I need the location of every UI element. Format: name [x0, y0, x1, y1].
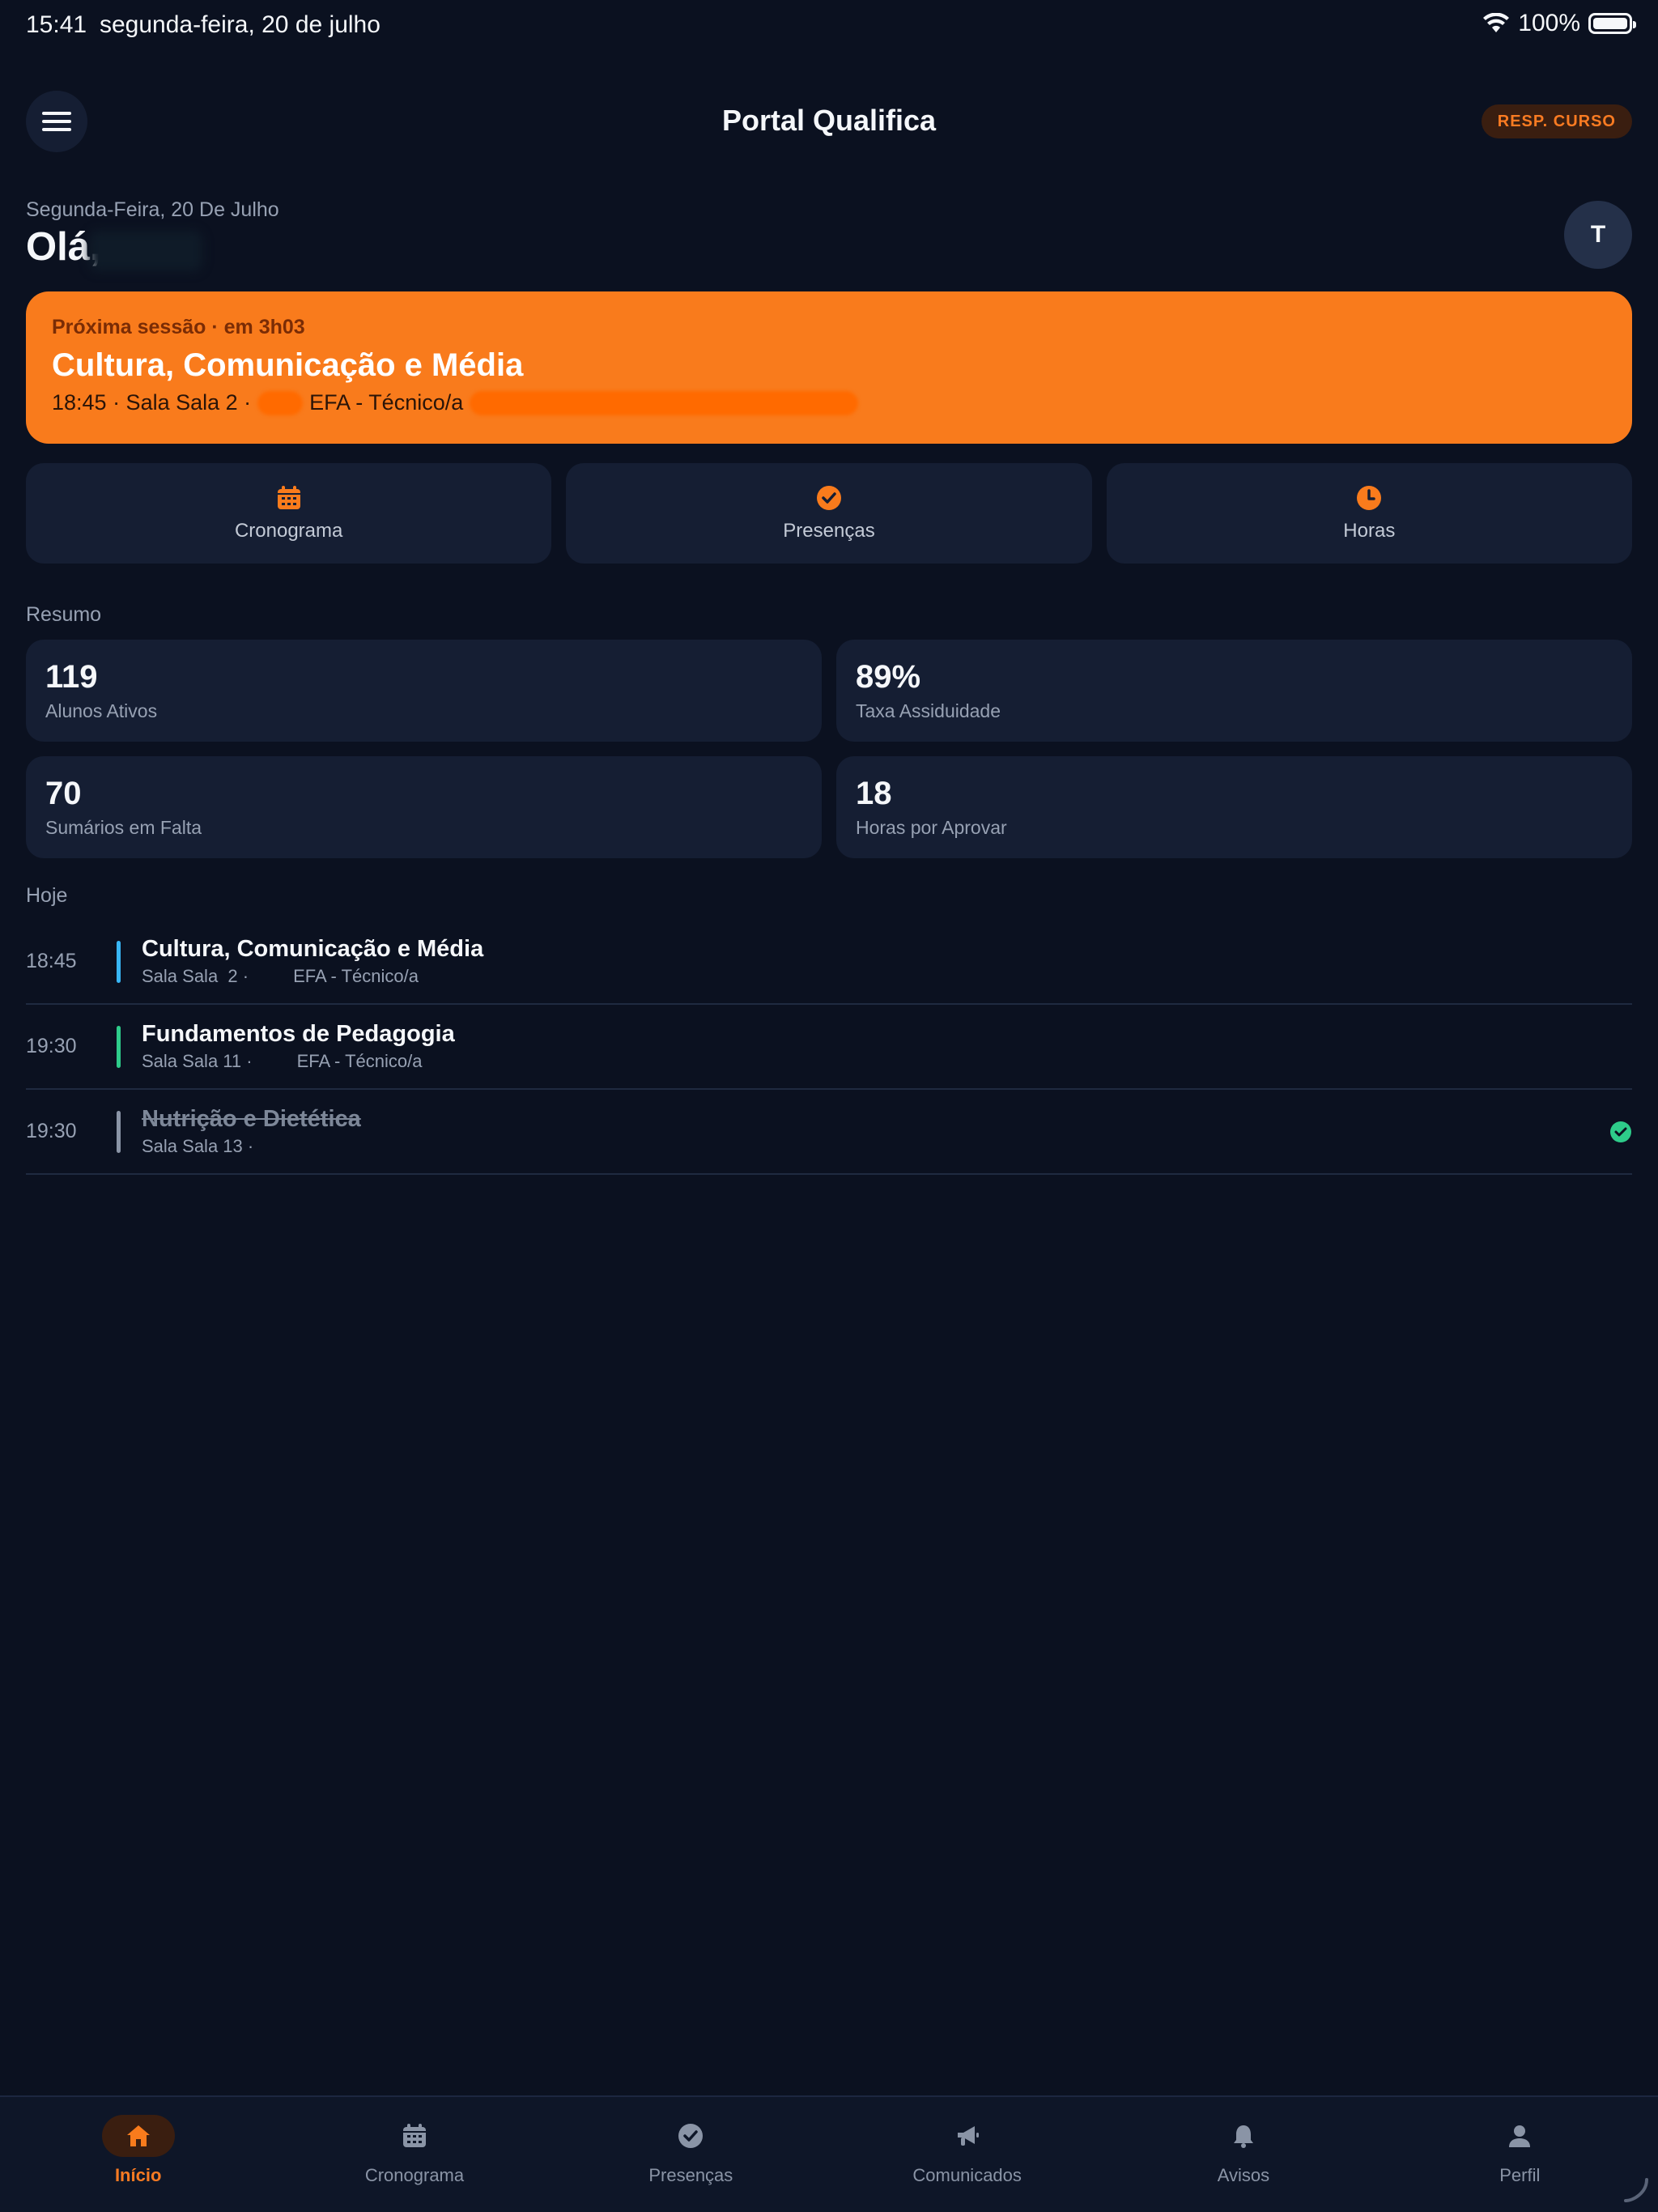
tab-label: Início [114, 2165, 162, 2185]
tab-icon-container [101, 2115, 175, 2157]
next-session-room: 18:45 · Sala Sala 2 · [52, 390, 252, 415]
stat-card-horas[interactable]: 18 Horas por Aprovar [836, 756, 1632, 858]
tab-cronograma[interactable]: Cronograma [276, 2097, 552, 2212]
stat-label: Alunos Ativos [45, 700, 158, 721]
status-bar: 15:41 segunda-feira, 20 de julho 100% [0, 0, 1658, 52]
session-info: Nutrição e Dietética Sala Sala 13 · [142, 1106, 1609, 1157]
next-session-card[interactable]: Próxima sessão · em 3h03 Cultura, Comuni… [26, 291, 1632, 444]
session-color-bar [117, 1110, 121, 1153]
list-item[interactable]: 19:30 Nutrição e Dietética Sala Sala 13 … [26, 1090, 1632, 1175]
role-badge: RESP. CURSO [1481, 104, 1632, 138]
clock-icon [1357, 486, 1382, 510]
tab-label: Cronograma [364, 2165, 465, 2185]
session-title: Cultura, Comunicação e Média [142, 936, 484, 962]
app-screen: 15:41 segunda-feira, 20 de julho 100% Po… [0, 0, 1658, 2212]
status-time: 15:41 [26, 11, 87, 38]
tab-label: Comunicados [912, 2165, 1022, 2185]
tab-inicio[interactable]: Início [0, 2097, 276, 2212]
today-list: 18:45 Cultura, Comunicação e Média Sala … [26, 920, 1632, 1175]
status-date: segunda-feira, 20 de julho [100, 11, 380, 38]
redacted-text [257, 390, 304, 415]
session-subtitle: Sala Sala 2 · EFA - Técnico/a [142, 966, 419, 986]
quick-action-label: Presenças [783, 520, 875, 542]
status-indicators: 100% [1482, 10, 1636, 37]
stat-value: 119 [45, 659, 98, 695]
quick-action-label: Cronograma [234, 520, 343, 542]
session-time: 19:30 [26, 1120, 77, 1142]
battery-icon [1588, 13, 1636, 34]
list-item[interactable]: 19:30 Fundamentos de Pedagogia Sala Sala… [26, 1005, 1632, 1090]
next-session-course: EFA - Técnico/a [309, 390, 464, 415]
redacted-name [89, 231, 202, 271]
tab-label: Perfil [1499, 2165, 1541, 2185]
session-color-bar [117, 940, 121, 983]
tab-icon-container [1207, 2115, 1280, 2157]
tab-label: Avisos [1217, 2165, 1270, 2185]
session-subtitle: Sala Sala 13 · [142, 1136, 254, 1156]
quick-actions: Cronograma Presenças Horas [26, 463, 1632, 564]
page-title: Portal Qualifica [721, 104, 937, 137]
calendar-icon [402, 2124, 426, 2147]
tab-perfil[interactable]: Perfil [1382, 2097, 1658, 2212]
greeting-date: Segunda-Feira, 20 De Julho [26, 198, 279, 221]
check-circle-icon [1610, 1121, 1631, 1142]
next-session-meta: 18:45 · Sala Sala 2 · EFA - Técnico/a [52, 390, 1606, 415]
resize-handle-icon[interactable] [1622, 2176, 1650, 2204]
list-item[interactable]: 18:45 Cultura, Comunicação e Média Sala … [26, 920, 1632, 1005]
today-section-title: Hoje [26, 884, 68, 907]
session-subtitle: Sala Sala 11 · EFA - Técnico/a [142, 1051, 423, 1071]
stat-value: 18 [856, 776, 892, 811]
tab-icon-container [378, 2115, 451, 2157]
summary-section-title: Resumo [26, 603, 102, 626]
tab-comunicados[interactable]: Comunicados [829, 2097, 1105, 2212]
session-title: Fundamentos de Pedagogia [142, 1021, 455, 1047]
avatar-initial: T [1590, 221, 1606, 248]
battery-percentage: 100% [1518, 10, 1580, 36]
quick-action-label: Horas [1343, 520, 1396, 542]
person-icon [1509, 2125, 1531, 2147]
check-circle-icon [678, 2124, 704, 2148]
session-time: 18:45 [26, 950, 77, 972]
wifi-icon [1483, 13, 1510, 32]
tab-icon-container [654, 2115, 727, 2157]
stat-card-sumarios[interactable]: 70 Sumários em Falta [26, 756, 822, 858]
tab-avisos[interactable]: Avisos [1105, 2097, 1381, 2212]
stat-value: 70 [45, 776, 82, 811]
tab-bar: Início Cronograma Presenças Comunicados … [0, 2095, 1658, 2212]
avatar[interactable]: T [1564, 201, 1632, 269]
redacted-text [470, 390, 859, 415]
next-session-label: Próxima sessão · em 3h03 [52, 316, 305, 338]
stat-label: Taxa Assiduidade [856, 700, 1001, 721]
calendar-icon [277, 486, 300, 509]
session-color-bar [117, 1025, 121, 1068]
stat-label: Horas por Aprovar [856, 817, 1007, 838]
quick-action-horas[interactable]: Horas [1106, 463, 1632, 564]
stat-label: Sumários em Falta [45, 817, 202, 838]
bell-icon [1233, 2125, 1253, 2148]
tab-presencas[interactable]: Presenças [553, 2097, 829, 2212]
next-session-title: Cultura, Comunicação e Média [52, 347, 524, 383]
quick-action-presencas[interactable]: Presenças [566, 463, 1092, 564]
summary-stats: 119 Alunos Ativos 89% Taxa Assiduidade 7… [26, 640, 1632, 858]
check-circle-icon [816, 486, 841, 510]
stat-value: 89% [856, 659, 921, 695]
tab-icon-container [1483, 2115, 1556, 2157]
stat-card-assiduidade[interactable]: 89% Taxa Assiduidade [836, 640, 1632, 742]
megaphone-icon [957, 2126, 979, 2146]
stat-card-alunos[interactable]: 119 Alunos Ativos [26, 640, 822, 742]
quick-action-cronograma[interactable]: Cronograma [26, 463, 552, 564]
session-info: Fundamentos de Pedagogia Sala Sala 11 · … [142, 1021, 1632, 1072]
session-time: 19:30 [26, 1035, 77, 1057]
tab-icon-container [931, 2115, 1004, 2157]
home-icon [126, 2125, 150, 2146]
session-title: Nutrição e Dietética [142, 1106, 361, 1132]
session-info: Cultura, Comunicação e Média Sala Sala 2… [142, 936, 1632, 987]
tab-label: Presenças [648, 2165, 733, 2185]
